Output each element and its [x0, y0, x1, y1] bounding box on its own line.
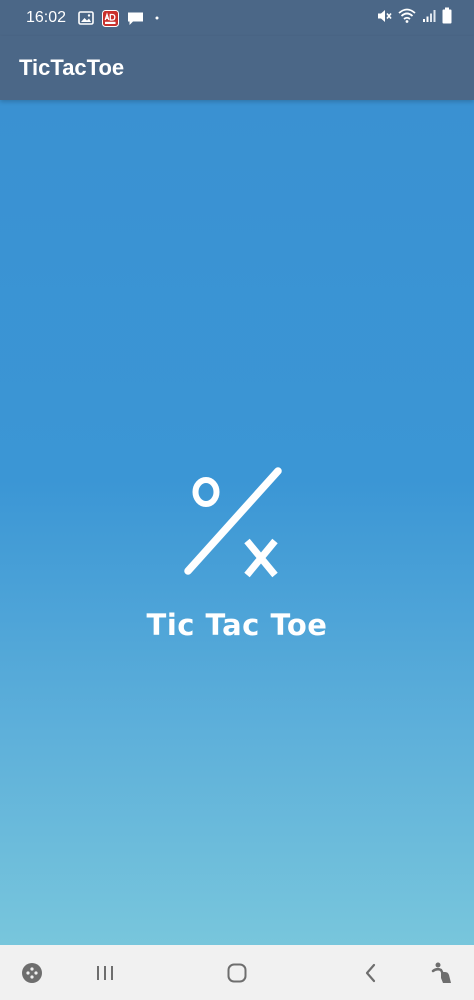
status-bar: 16:02 [0, 0, 474, 36]
status-right [376, 7, 452, 29]
game-launcher-icon[interactable] [18, 945, 46, 1000]
tic-tac-toe-logo-icon [180, 462, 290, 582]
accessibility-icon[interactable] [426, 945, 458, 1000]
dot-icon [152, 13, 162, 23]
chat-bubble-icon [127, 11, 144, 26]
app-bar: TicTacToe [0, 36, 474, 100]
status-time: 16:02 [26, 9, 67, 26]
recents-icon[interactable] [90, 945, 120, 1000]
splash-screen: Tic Tac Toe [0, 100, 474, 945]
wifi-icon [398, 8, 416, 28]
signal-icon [422, 9, 436, 28]
ad-app-icon [102, 9, 120, 27]
navigation-bar [0, 945, 474, 1000]
game-title: Tic Tac Toe [146, 608, 328, 642]
home-icon[interactable] [222, 945, 252, 1000]
image-icon [78, 11, 94, 25]
back-icon[interactable] [356, 945, 386, 1000]
status-left: 16:02 [26, 9, 162, 27]
app-title: TicTacToe [19, 55, 125, 80]
battery-icon [442, 7, 452, 29]
mute-icon [376, 8, 392, 29]
